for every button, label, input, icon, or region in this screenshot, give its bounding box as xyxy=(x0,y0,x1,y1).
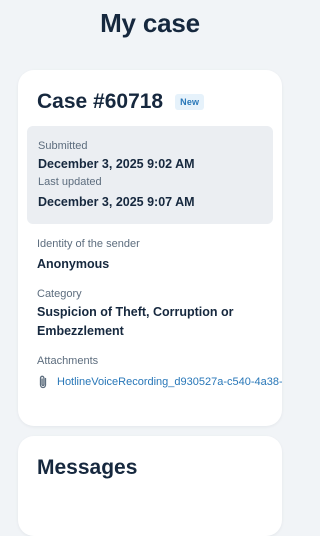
attachment-link[interactable]: HotlineVoiceRecording_d930527a-c540-4a38… xyxy=(57,376,282,388)
case-dates-panel: Submitted December 3, 2025 9:02 AM Last … xyxy=(27,126,273,224)
paperclip-icon xyxy=(37,375,49,389)
submitted-label: Submitted xyxy=(38,140,88,152)
case-title: Case #60718 xyxy=(37,90,164,113)
category-value: Suspicion of Theft, Corruption or Embezz… xyxy=(37,305,234,338)
case-header: Case #60718 New xyxy=(37,90,205,114)
attachment-item[interactable]: HotlineVoiceRecording_d930527a-c540-4a38… xyxy=(37,375,282,389)
last-updated-label: Last updated xyxy=(38,176,102,188)
case-details-card: Case #60718 New Submitted December 3, 20… xyxy=(18,70,282,426)
submitted-value: December 3, 2025 9:02 AM xyxy=(38,157,195,171)
category-label: Category xyxy=(37,288,82,300)
messages-title: Messages xyxy=(37,456,138,479)
page-title: My case xyxy=(100,8,200,38)
sender-identity-label: Identity of the sender xyxy=(37,238,140,250)
status-badge: New xyxy=(175,94,205,110)
sender-identity-value: Anonymous xyxy=(37,257,110,271)
messages-card: Messages xyxy=(18,436,282,536)
last-updated-value: December 3, 2025 9:07 AM xyxy=(38,195,195,209)
attachments-label: Attachments xyxy=(37,355,99,367)
